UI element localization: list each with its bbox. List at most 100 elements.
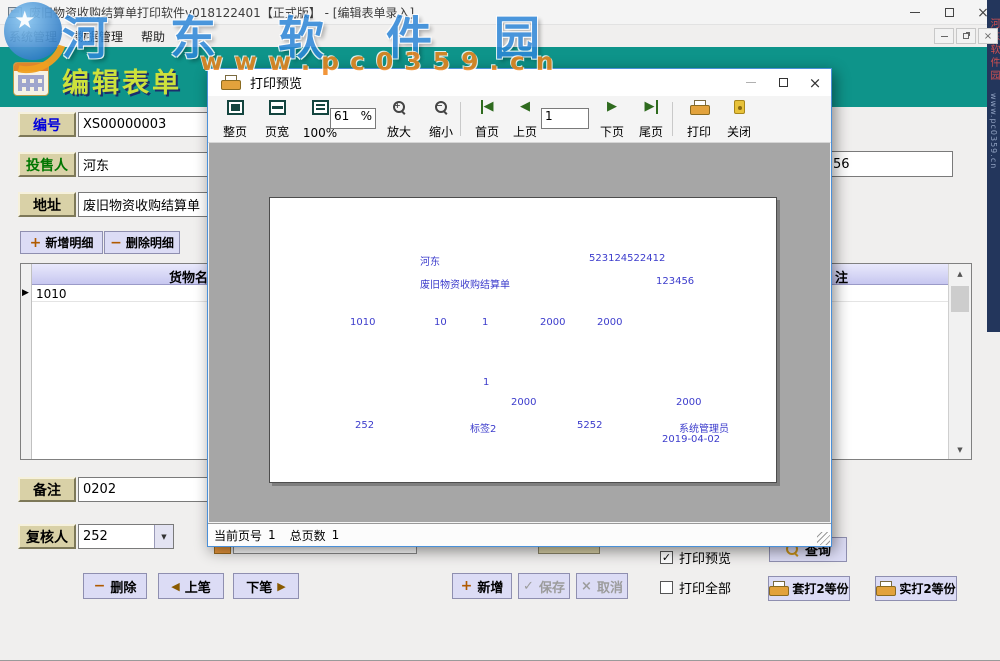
zoom-in-button[interactable]: + 放大 bbox=[380, 100, 418, 140]
calendar-icon bbox=[13, 62, 49, 96]
arrow-right-icon: ▶ bbox=[277, 580, 285, 593]
page-footer-label2: 标签2 bbox=[470, 420, 496, 435]
dialog-close-button[interactable]: × bbox=[799, 69, 831, 96]
page-phone: 123456 bbox=[656, 276, 694, 287]
preview-page: 河东 523124522412 废旧物资收购结算单 123456 1010 10… bbox=[269, 197, 777, 483]
previous-page-label: 上页 bbox=[513, 123, 537, 140]
overlay-print-label: 套打2等份 bbox=[792, 580, 848, 597]
page-width-icon bbox=[269, 100, 286, 115]
zoom-percent-input[interactable]: 61 % bbox=[330, 108, 376, 129]
resize-grip[interactable] bbox=[817, 532, 830, 545]
next-label: 下笔 bbox=[246, 577, 272, 596]
toolbar-separator bbox=[460, 102, 461, 136]
direct-print-button[interactable]: 实打2等份 bbox=[875, 576, 957, 601]
chevron-down-icon[interactable]: ▼ bbox=[154, 525, 173, 548]
save-button[interactable]: ✓ 保存 bbox=[518, 573, 570, 599]
zoom-out-icon: − bbox=[434, 100, 449, 115]
new-record-button[interactable]: + 新增 bbox=[452, 573, 512, 599]
minus-icon: − bbox=[110, 238, 122, 248]
add-detail-label: 新增明细 bbox=[45, 234, 93, 251]
next-page-icon: ▶ bbox=[607, 100, 617, 114]
print-button[interactable]: 打印 bbox=[680, 100, 718, 140]
page-width-button[interactable]: 页宽 bbox=[258, 100, 296, 140]
page-total-amount-left: 2000 bbox=[511, 397, 536, 408]
page-detail-name: 1010 bbox=[350, 317, 375, 328]
menu-help[interactable]: 帮助 bbox=[132, 28, 174, 45]
zoom-out-button[interactable]: − 缩小 bbox=[422, 100, 460, 140]
preview-status-bar: 当前页号 1 总页数 1 bbox=[208, 523, 831, 546]
next-record-button[interactable]: 下笔 ▶ bbox=[233, 573, 299, 599]
print-label: 打印 bbox=[687, 123, 711, 140]
add-detail-button[interactable]: + 新增明细 bbox=[20, 231, 103, 254]
print-preview-dialog: 打印预览 × 整页 页宽 100% 61 % bbox=[207, 68, 832, 547]
page-detail-amount: 2000 bbox=[597, 317, 622, 328]
page-title: 编辑表单 bbox=[62, 61, 182, 100]
last-page-button[interactable]: ▶ 尾页 bbox=[632, 100, 670, 140]
checkbox-checked[interactable]: ✓ bbox=[660, 551, 673, 564]
delete-record-button[interactable]: − 删除 bbox=[83, 573, 147, 599]
window-title: 废旧物资收购结算单打印软件v018122401【正式版】 - [编辑表单录入] bbox=[29, 4, 414, 21]
scroll-up-button[interactable]: ▲ bbox=[949, 264, 971, 283]
last-page-label: 尾页 bbox=[639, 123, 663, 140]
scroll-down-button[interactable]: ▼ bbox=[949, 440, 971, 459]
field-label-seller: 投售人 bbox=[18, 152, 76, 177]
cancel-label: 取消 bbox=[597, 577, 623, 596]
overlay-print-button[interactable]: 套打2等份 bbox=[768, 576, 850, 601]
title-bar: 废旧物资收购结算单打印软件v018122401【正式版】 - [编辑表单录入] … bbox=[0, 0, 1000, 25]
plus-icon: + bbox=[30, 238, 42, 248]
mdi-restore-button[interactable] bbox=[956, 28, 976, 44]
previous-page-button[interactable]: ◀ 上页 bbox=[506, 100, 544, 140]
cancel-button[interactable]: × 取消 bbox=[576, 573, 628, 599]
remove-detail-button[interactable]: − 删除明细 bbox=[104, 231, 180, 254]
watermark-site-url-vertical: www.pc0359.cn bbox=[989, 93, 998, 169]
check-icon: ✓ bbox=[523, 579, 534, 594]
minimize-button[interactable] bbox=[898, 0, 932, 25]
reviewer-combobox[interactable]: 252 ▼ bbox=[78, 524, 174, 549]
checkbox-unchecked[interactable] bbox=[660, 581, 673, 594]
menu-system[interactable]: 系统管理 bbox=[0, 28, 66, 45]
mdi-close-button[interactable]: × bbox=[978, 28, 998, 44]
previous-record-button[interactable]: ◀ 上笔 bbox=[158, 573, 224, 599]
page-detail-price: 2000 bbox=[540, 317, 565, 328]
dialog-title: 打印预览 bbox=[250, 73, 302, 92]
window-controls: × bbox=[898, 0, 1000, 25]
zoom-100-icon bbox=[312, 100, 329, 115]
id-number-input-fragment[interactable] bbox=[829, 151, 953, 177]
zoom-in-label: 放大 bbox=[387, 123, 411, 140]
page-id-number: 523124522412 bbox=[589, 253, 665, 264]
next-page-button[interactable]: ▶ 下页 bbox=[594, 100, 630, 140]
field-label-number: 编号 bbox=[18, 112, 76, 137]
dialog-maximize-button[interactable] bbox=[767, 69, 799, 96]
whole-page-label: 整页 bbox=[223, 123, 247, 140]
next-page-label: 下页 bbox=[600, 123, 624, 140]
preview-canvas[interactable]: 河东 523124522412 废旧物资收购结算单 123456 1010 10… bbox=[209, 143, 830, 522]
grid-column-remark-fragment: 注 bbox=[835, 267, 848, 286]
dialog-title-bar[interactable]: 打印预览 × bbox=[208, 69, 831, 96]
zoom-in-icon: + bbox=[392, 100, 407, 115]
page-footer-admin: 系统管理员 bbox=[679, 420, 729, 435]
grid-vertical-scrollbar[interactable]: ▲ ▼ bbox=[948, 264, 971, 459]
x-icon: × bbox=[581, 579, 592, 594]
toolbar-separator bbox=[672, 102, 673, 136]
app-icon bbox=[8, 7, 22, 18]
maximize-button[interactable] bbox=[932, 0, 966, 25]
whole-page-button[interactable]: 整页 bbox=[216, 100, 254, 140]
print-all-option[interactable]: 打印全部 bbox=[660, 578, 731, 597]
first-page-button[interactable]: ◀ 首页 bbox=[468, 100, 506, 140]
page-footer-operator: 252 bbox=[355, 420, 374, 431]
page-detail-unit: 1 bbox=[482, 317, 488, 328]
arrow-left-icon: ◀ bbox=[171, 580, 179, 593]
close-preview-button[interactable]: 关闭 bbox=[720, 100, 758, 140]
mdi-minimize-button[interactable] bbox=[934, 28, 954, 44]
print-preview-option[interactable]: ✓ 打印预览 bbox=[660, 548, 731, 567]
menu-data[interactable]: 数据管理 bbox=[66, 28, 132, 45]
current-row-marker-icon: ▶ bbox=[22, 288, 29, 298]
minus-icon: − bbox=[94, 581, 106, 591]
dialog-minimize-button[interactable] bbox=[735, 69, 767, 96]
printer-icon bbox=[876, 581, 894, 596]
page-footer-date: 2019-04-02 bbox=[662, 434, 720, 445]
page-doc-title: 废旧物资收购结算单 bbox=[420, 276, 510, 291]
scrollbar-thumb[interactable] bbox=[951, 286, 969, 312]
last-page-icon: ▶ bbox=[645, 100, 658, 114]
page-number-input[interactable]: 1 bbox=[541, 108, 589, 129]
